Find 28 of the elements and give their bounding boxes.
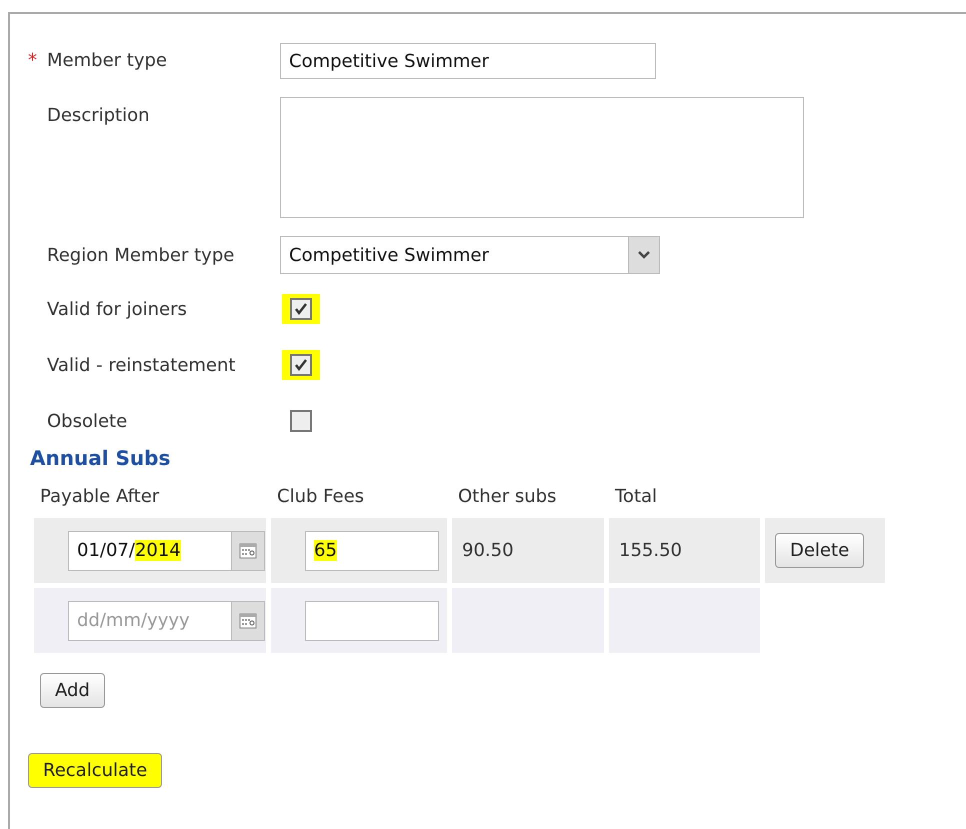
club-fees-field[interactable]: 65 — [305, 530, 439, 570]
column-header: Other subs — [457, 485, 558, 509]
field-label: Description — [46, 105, 151, 126]
column-header: Total — [614, 485, 658, 509]
date-field[interactable]: 01/07/2014 — [68, 530, 265, 570]
add-button[interactable]: Add — [40, 673, 105, 708]
club-fees-field[interactable] — [305, 600, 439, 640]
checkbox[interactable] — [290, 410, 312, 432]
column-header: Club Fees — [276, 485, 366, 509]
checkbox-label: Valid for joiners — [46, 298, 188, 320]
calendar-icon[interactable] — [238, 540, 258, 560]
delete-button[interactable]: Delete — [775, 533, 864, 568]
checkbox-label: Obsolete — [46, 410, 128, 432]
region-member-type-dropdown[interactable]: Competitive Swimmer — [280, 236, 660, 274]
calendar-icon[interactable] — [238, 610, 258, 630]
description-field[interactable] — [280, 97, 804, 218]
field-label: Region Member type — [46, 244, 236, 266]
section-heading: Annual Subs — [30, 446, 172, 470]
member-type-field[interactable]: Competitive Swimmer — [280, 43, 656, 79]
caret-icon — [628, 237, 659, 273]
column-header: Payable After — [39, 485, 160, 509]
checkbox[interactable] — [290, 354, 312, 376]
table-cell: 155.50 — [609, 518, 760, 583]
checkbox[interactable] — [290, 298, 312, 320]
checkbox-label: Valid - reinstatement — [46, 354, 236, 376]
field-label: * Member type — [28, 50, 168, 71]
table-cell: 90.50 — [452, 518, 604, 583]
recalculate-button[interactable]: Recalculate — [28, 753, 162, 788]
